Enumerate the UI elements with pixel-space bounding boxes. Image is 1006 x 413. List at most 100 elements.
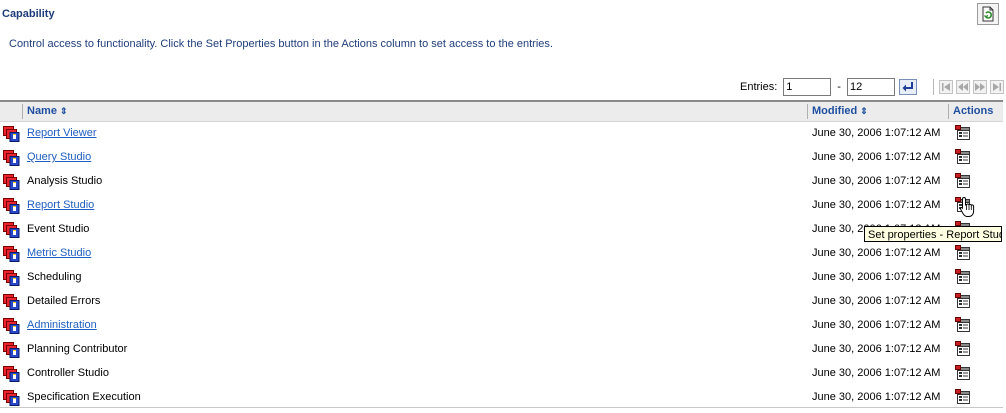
modified-column-label: Modified	[812, 105, 858, 117]
table-row: Metric Studio June 30, 2006 1:07:12 AM	[0, 242, 1003, 266]
actions-column-header: Actions	[953, 105, 994, 117]
sort-icon: ⇕	[860, 106, 868, 116]
modified-date: June 30, 2006 1:07:12 AM	[812, 319, 941, 331]
table-row: Query Studio June 30, 2006 1:07:12 AM	[0, 146, 1003, 170]
column-separator	[948, 104, 949, 119]
sort-icon: ⇕	[59, 106, 68, 116]
page-navigation	[932, 79, 1006, 95]
last-page-button[interactable]	[989, 79, 1005, 95]
capability-icon	[3, 390, 20, 406]
set-properties-button[interactable]	[955, 269, 972, 286]
set-properties-icon	[955, 293, 972, 313]
previous-page-icon	[955, 80, 970, 94]
table-row: Specification Execution June 30, 2006 1:0…	[0, 386, 1003, 410]
capability-name: Specification Execution	[27, 391, 141, 403]
modified-date: June 30, 2006 1:07:12 AM	[812, 295, 941, 307]
list-rows: Report Viewer June 30, 2006 1:07:12 AM Qu…	[0, 122, 1003, 410]
table-row: Controller Studio June 30, 2006 1:07:12 A…	[0, 362, 1003, 386]
table-row: Administration June 30, 2006 1:07:12 AM	[0, 314, 1003, 338]
table-row: Analysis Studio June 30, 2006 1:07:12 AM	[0, 170, 1003, 194]
first-page-icon	[938, 80, 953, 94]
modified-date: June 30, 2006 1:07:12 AM	[812, 247, 941, 259]
modified-date: June 30, 2006 1:07:12 AM	[812, 367, 941, 379]
set-properties-button[interactable]	[955, 173, 972, 190]
modified-date: June 30, 2006 1:07:12 AM	[812, 343, 941, 355]
previous-page-button[interactable]	[955, 79, 971, 95]
capability-icon	[3, 150, 20, 166]
set-properties-icon	[955, 149, 972, 169]
capability-name: Event Studio	[27, 223, 90, 235]
first-page-button[interactable]	[938, 79, 954, 95]
set-properties-icon	[955, 389, 972, 409]
modified-date: June 30, 2006 1:07:12 AM	[812, 271, 941, 283]
set-properties-button[interactable]	[955, 125, 972, 142]
modified-date: June 30, 2006 1:07:12 AM	[812, 127, 941, 139]
next-page-button[interactable]	[972, 79, 988, 95]
modified-column-header[interactable]: Modified ⇕	[812, 102, 868, 121]
next-page-icon	[972, 80, 987, 94]
capability-icon	[3, 174, 20, 190]
capability-icon	[3, 342, 20, 358]
capability-name[interactable]: Query Studio	[27, 151, 91, 163]
capability-name[interactable]: Report Viewer	[27, 127, 97, 139]
capability-icon	[3, 198, 20, 214]
capability-icon	[3, 270, 20, 286]
capability-icon	[3, 294, 20, 310]
set-properties-icon	[955, 365, 972, 385]
modified-date: June 30, 2006 1:07:12 AM	[812, 175, 941, 187]
table-row: Scheduling June 30, 2006 1:07:12 AM	[0, 266, 1003, 290]
pager: Entries: -	[740, 77, 1006, 97]
capability-icon	[3, 126, 20, 142]
modified-date: June 30, 2006 1:07:12 AM	[812, 199, 941, 211]
page-title: Capability	[2, 8, 55, 20]
table-row: Report Viewer June 30, 2006 1:07:12 AM	[0, 122, 1003, 146]
capability-icon	[3, 222, 20, 238]
table-row: Event StudioJune 30, 2006 1:07:12 AM	[0, 218, 1003, 242]
column-separator	[807, 104, 808, 119]
capability-list: Name ⇕ Modified ⇕ Actions Report Viewer Jun…	[0, 100, 1003, 408]
set-properties-icon	[955, 341, 972, 361]
capability-name: Analysis Studio	[27, 175, 103, 187]
table-row: Report Studio June 30, 2006 1:07:12 AM	[0, 194, 1003, 218]
refresh-button[interactable]	[977, 3, 999, 25]
list-header: Name ⇕ Modified ⇕ Actions	[0, 102, 1003, 122]
table-row: Detailed Errors June 30, 2006 1:07:12 AM	[0, 290, 1003, 314]
hand-cursor-icon	[959, 196, 975, 217]
capability-icon	[3, 318, 20, 334]
capability-icon	[3, 366, 20, 382]
entries-dash: -	[837, 81, 841, 93]
entries-to-input[interactable]	[846, 78, 895, 96]
modified-date: June 30, 2006 1:07:12 AM	[812, 151, 941, 163]
last-page-icon	[989, 80, 1004, 94]
set-properties-button[interactable]	[955, 365, 972, 382]
set-properties-button[interactable]	[955, 389, 972, 406]
entries-from-input[interactable]	[783, 78, 832, 96]
set-properties-button[interactable]	[955, 245, 972, 262]
set-properties-icon	[955, 173, 972, 193]
set-properties-button[interactable]	[955, 341, 972, 358]
set-properties-button[interactable]	[955, 293, 972, 310]
name-column-label: Name	[27, 105, 57, 117]
enter-arrow-icon	[898, 79, 917, 95]
capability-name: Planning Contributor	[27, 343, 128, 355]
page-description: Control access to functionality. Click t…	[9, 38, 553, 50]
set-properties-icon	[955, 317, 972, 337]
capability-name[interactable]: Metric Studio	[27, 247, 91, 259]
go-button[interactable]	[898, 79, 917, 95]
set-properties-icon	[955, 125, 972, 145]
set-properties-button[interactable]	[955, 317, 972, 334]
modified-date: June 30, 2006 1:07:12 AM	[812, 391, 941, 403]
set-properties-button[interactable]	[955, 149, 972, 166]
capability-name: Controller Studio	[27, 367, 109, 379]
name-column-header[interactable]: Name ⇕	[27, 102, 68, 121]
refresh-icon	[982, 6, 994, 22]
tooltip: Set properties - Report Studio	[864, 226, 1002, 242]
capability-name[interactable]: Report Studio	[27, 199, 94, 211]
set-properties-icon	[955, 245, 972, 265]
column-separator	[22, 104, 23, 119]
capability-icon	[3, 246, 20, 262]
capability-name[interactable]: Administration	[27, 319, 97, 331]
capability-name: Scheduling	[27, 271, 82, 283]
table-row: Planning Contributor June 30, 2006 1:07:1…	[0, 338, 1003, 362]
entries-label: Entries:	[740, 81, 778, 93]
